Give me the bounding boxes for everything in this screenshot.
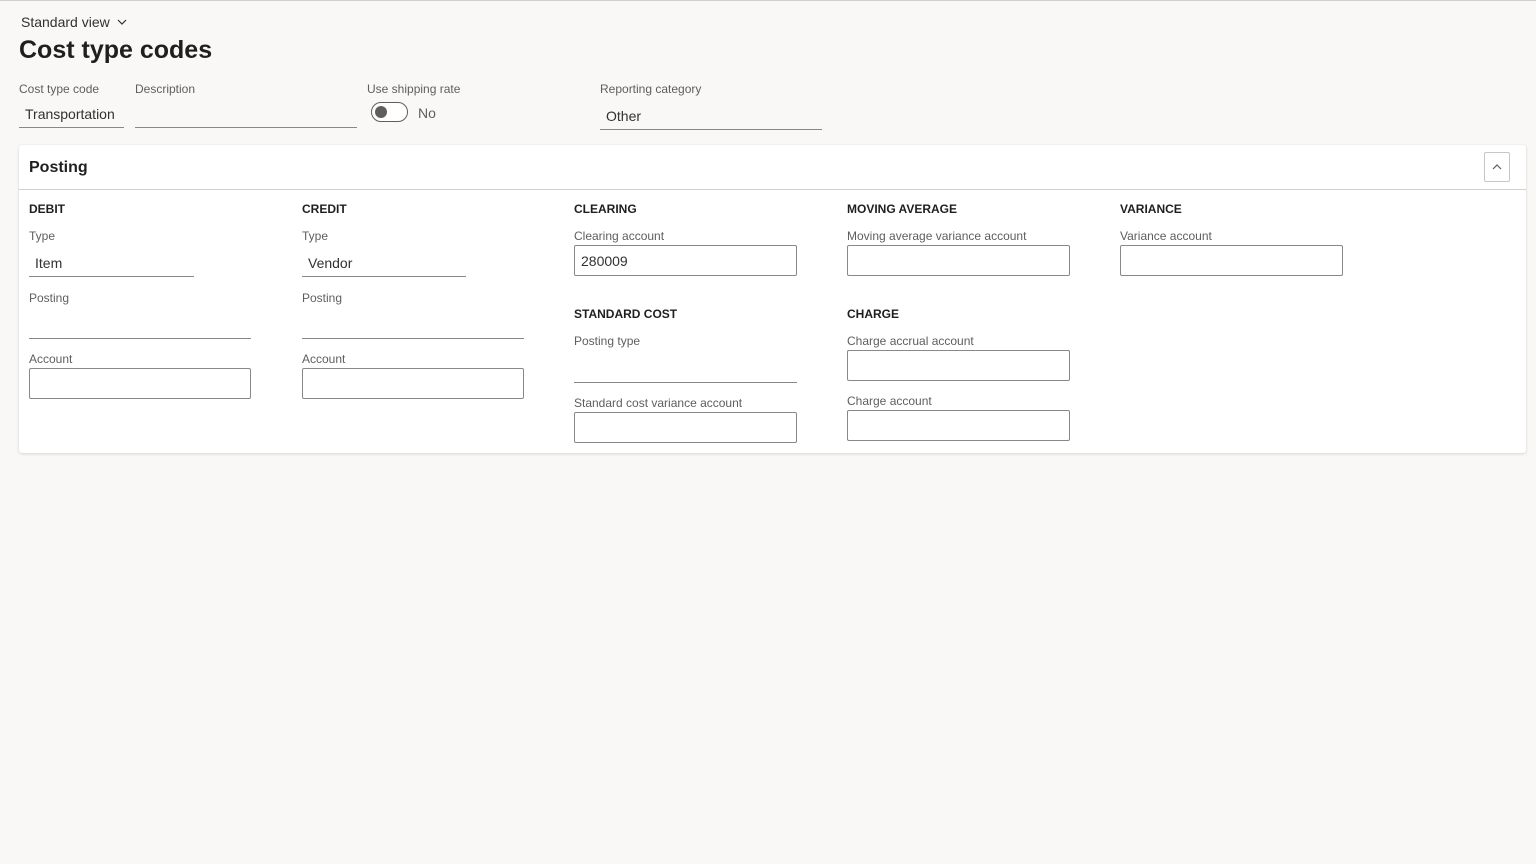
credit-heading: CREDIT xyxy=(302,202,347,216)
credit-account-label: Account xyxy=(302,352,346,366)
variance-heading: VARIANCE xyxy=(1120,202,1182,216)
variance-account-field[interactable] xyxy=(1120,245,1343,276)
credit-posting-field[interactable] xyxy=(302,311,524,339)
credit-account-field[interactable] xyxy=(302,368,524,399)
charge-account-field[interactable] xyxy=(847,410,1070,441)
view-selector-label: Standard view xyxy=(21,14,110,30)
posting-panel: Posting DEBIT Type Item Posting Account … xyxy=(19,145,1526,453)
cost-type-code-field[interactable]: Transportation xyxy=(19,101,124,128)
description-field[interactable] xyxy=(135,101,357,128)
reporting-category-field[interactable]: Other xyxy=(600,102,822,130)
credit-type-label: Type xyxy=(302,229,329,243)
debit-posting-field[interactable] xyxy=(29,311,251,339)
standard-cost-variance-field[interactable] xyxy=(574,412,797,443)
reporting-category-label: Reporting category xyxy=(600,82,702,96)
charge-accrual-label: Charge accrual account xyxy=(847,334,974,348)
charge-account-label: Charge account xyxy=(847,394,932,408)
clearing-account-field[interactable]: 280009 xyxy=(574,245,797,276)
moving-average-account-label: Moving average variance account xyxy=(847,229,1027,243)
standard-cost-heading: STANDARD COST xyxy=(574,307,678,321)
charge-heading: CHARGE xyxy=(847,307,900,321)
use-shipping-rate-value: No xyxy=(418,105,436,121)
standard-cost-posting-type-label: Posting type xyxy=(574,334,641,348)
top-divider xyxy=(0,0,1536,1)
page-title: Cost type codes xyxy=(19,36,213,64)
standard-cost-variance-label: Standard cost variance account xyxy=(574,396,743,410)
debit-type-field[interactable]: Item xyxy=(29,249,194,277)
credit-type-field[interactable]: Vendor xyxy=(302,249,466,277)
use-shipping-rate-label: Use shipping rate xyxy=(367,82,461,96)
variance-account-label: Variance account xyxy=(1120,229,1212,243)
moving-average-heading: MOVING AVERAGE xyxy=(847,202,958,216)
description-label: Description xyxy=(135,82,196,96)
toggle-knob xyxy=(375,106,387,118)
moving-average-account-field[interactable] xyxy=(847,245,1070,276)
use-shipping-rate-toggle[interactable] xyxy=(371,102,408,122)
debit-heading: DEBIT xyxy=(29,202,65,216)
view-selector[interactable]: Standard view xyxy=(21,14,128,30)
collapse-button[interactable] xyxy=(1484,152,1510,182)
debit-account-label: Account xyxy=(29,352,73,366)
charge-accrual-field[interactable] xyxy=(847,350,1070,381)
credit-posting-label: Posting xyxy=(302,291,343,305)
chevron-up-icon xyxy=(1492,164,1502,170)
debit-type-label: Type xyxy=(29,229,56,243)
clearing-heading: CLEARING xyxy=(574,202,637,216)
posting-panel-header[interactable]: Posting xyxy=(19,145,1526,190)
chevron-down-icon xyxy=(117,19,127,25)
clearing-account-label: Clearing account xyxy=(574,229,665,243)
debit-account-field[interactable] xyxy=(29,368,251,399)
posting-panel-title: Posting xyxy=(29,159,88,176)
debit-posting-label: Posting xyxy=(29,291,70,305)
cost-type-code-label: Cost type code xyxy=(19,82,100,96)
standard-cost-posting-type-field[interactable] xyxy=(574,355,797,383)
